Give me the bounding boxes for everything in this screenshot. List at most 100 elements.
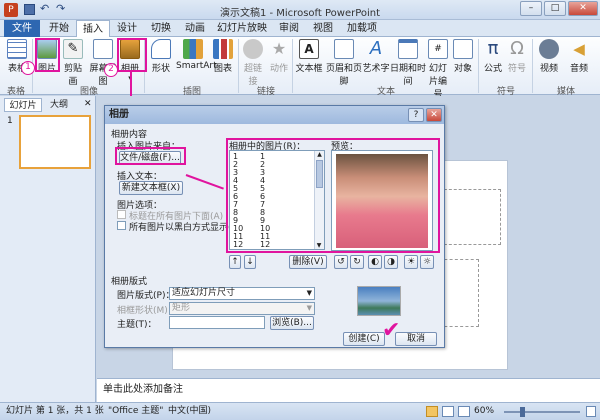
delete-button[interactable]: 删除(V): [289, 255, 327, 269]
create-button[interactable]: 创建(C): [343, 332, 385, 346]
object-button[interactable]: 对象: [452, 39, 474, 74]
slide-number-icon: #: [428, 39, 448, 59]
header-footer-button[interactable]: 页眉和页脚: [326, 39, 362, 87]
placeholder-subtitle[interactable]: [439, 259, 479, 327]
captions-checkbox[interactable]: [117, 210, 126, 219]
callout-2: 2: [104, 63, 118, 77]
zoom-level[interactable]: 60%: [474, 403, 494, 420]
shapes-button[interactable]: 形状: [148, 39, 174, 74]
chart-button[interactable]: 图表: [212, 39, 234, 74]
speaker-icon: ◀: [573, 40, 585, 58]
dialog-title: 相册: [105, 106, 444, 124]
help-button[interactable]: ?: [408, 108, 424, 122]
frame-shape-label: 相框形状(M)：: [117, 306, 177, 316]
fit-window-icon[interactable]: [586, 406, 596, 417]
tab-file[interactable]: 文件: [4, 20, 40, 37]
wordart-icon: A: [369, 38, 383, 59]
chart-icon: [213, 39, 233, 59]
star-icon: ★: [271, 39, 287, 58]
picture-layout-select[interactable]: 适应幻灯片尺寸 ▼: [169, 287, 315, 300]
cancel-button[interactable]: 取消: [395, 332, 437, 346]
tab-outline[interactable]: 大纲: [44, 98, 74, 112]
wordart-button[interactable]: A 艺术字: [362, 38, 390, 75]
black-white-checkbox[interactable]: [117, 221, 126, 230]
minimize-button[interactable]: –: [520, 1, 542, 16]
video-button[interactable]: 视频: [536, 39, 562, 74]
theme-input[interactable]: [169, 316, 265, 329]
textbox-button[interactable]: A 文本框: [294, 39, 324, 74]
status-language: 中文(中国): [168, 406, 212, 416]
hyperlink-button[interactable]: 超链接: [240, 39, 266, 87]
tab-design[interactable]: 设计: [110, 20, 144, 37]
zoom-slider-thumb[interactable]: [520, 407, 525, 417]
checkmark-icon: ✔: [382, 318, 401, 343]
globe-icon: [243, 39, 263, 59]
theme-label: 主题(T)：: [117, 320, 157, 330]
shapes-icon: [151, 39, 171, 59]
contrast-down-icon[interactable]: ◑: [384, 255, 398, 269]
equation-button[interactable]: π 公式: [482, 39, 504, 75]
tab-insert[interactable]: 插入: [76, 20, 110, 38]
tab-slides[interactable]: 幻灯片: [4, 98, 42, 112]
title-bar: P ↶ ↷ 演示文稿1 - Microsoft PowerPoint – □ ✕: [0, 0, 600, 20]
calendar-icon: [398, 39, 418, 59]
browse-button[interactable]: 浏览(B)...: [270, 316, 314, 330]
tab-transitions[interactable]: 切换: [144, 20, 178, 37]
ribbon: 表格 图片 ✎ 剪贴画 屏幕截图 相册 ▾ 形状 SmartArt 图表 超链接…: [0, 37, 600, 100]
highlight-album-button: [117, 38, 147, 72]
picture-layout-label: 图片版式(P)：: [117, 291, 175, 301]
textbox-icon: A: [299, 39, 319, 59]
notes-pane[interactable]: 单击此处添加备注: [97, 378, 600, 402]
header-footer-icon: [334, 39, 354, 59]
move-down-button[interactable]: ↓: [244, 255, 256, 269]
tab-home[interactable]: 开始: [42, 20, 76, 37]
smartart-icon: [183, 39, 203, 59]
view-reading-icon[interactable]: [458, 406, 470, 417]
tab-slideshow[interactable]: 幻灯片放映: [212, 20, 272, 37]
view-sorter-icon[interactable]: [442, 406, 454, 417]
slide-number-label: 1: [7, 116, 13, 126]
slide-thumbnail-pane: 幻灯片 大纲 ✕ 1: [0, 96, 96, 402]
brightness-down-icon[interactable]: ☼: [420, 255, 434, 269]
film-reel-icon: [539, 39, 559, 59]
dialog-close-button[interactable]: ✕: [426, 108, 442, 122]
table-icon: [7, 39, 27, 59]
highlight-pictures-area: [226, 138, 440, 253]
new-textbox-button[interactable]: 新建文本框(X): [119, 181, 183, 195]
datetime-button[interactable]: 日期和时间: [390, 39, 426, 87]
status-bar: 幻灯片 第 1 张，共 1 张 "Office 主题" 中文(中国) 60%: [0, 402, 600, 420]
section-album-layout: 相册版式: [111, 277, 148, 287]
omega-icon: Ω: [510, 38, 524, 59]
zoom-slider[interactable]: [504, 411, 580, 413]
smartart-button[interactable]: SmartArt: [176, 39, 217, 71]
close-button[interactable]: ✕: [568, 1, 598, 16]
tab-animations[interactable]: 动画: [178, 20, 212, 37]
clipart-icon: ✎: [63, 39, 83, 59]
tab-view[interactable]: 视图: [306, 20, 340, 37]
highlight-file-disk-button: [115, 147, 186, 165]
action-button[interactable]: ★ 动作: [268, 39, 290, 74]
highlight-picture-button: [35, 38, 60, 72]
callout-1: 1: [21, 61, 35, 75]
symbol-button[interactable]: Ω 符号: [506, 38, 528, 75]
placeholder-title[interactable]: [439, 189, 501, 245]
tab-review[interactable]: 审阅: [272, 20, 306, 37]
rotate-left-icon[interactable]: ↺: [334, 255, 348, 269]
clipart-button[interactable]: ✎ 剪贴画: [60, 39, 86, 87]
maximize-button[interactable]: □: [544, 1, 566, 16]
frame-shape-select[interactable]: 矩形 ▼: [169, 302, 315, 315]
dropdown-arrow-icon: ▼: [306, 289, 312, 297]
dropdown-arrow-icon: ▼: [306, 304, 312, 312]
slide-thumbnail[interactable]: [19, 115, 91, 169]
brightness-up-icon[interactable]: ☀: [404, 255, 418, 269]
status-slide-info: 幻灯片 第 1 张，共 1 张: [6, 406, 104, 416]
layout-preview-image: [357, 286, 401, 316]
black-white-label: 所有图片以黑白方式显示(K): [129, 223, 241, 233]
contrast-up-icon[interactable]: ◐: [368, 255, 382, 269]
view-normal-icon[interactable]: [426, 406, 438, 417]
rotate-right-icon[interactable]: ↻: [350, 255, 364, 269]
move-up-button[interactable]: ↑: [229, 255, 241, 269]
audio-button[interactable]: ◀ 音频: [566, 39, 592, 74]
tab-addins[interactable]: 加载项: [340, 20, 384, 37]
close-pane-icon[interactable]: ✕: [84, 99, 92, 109]
